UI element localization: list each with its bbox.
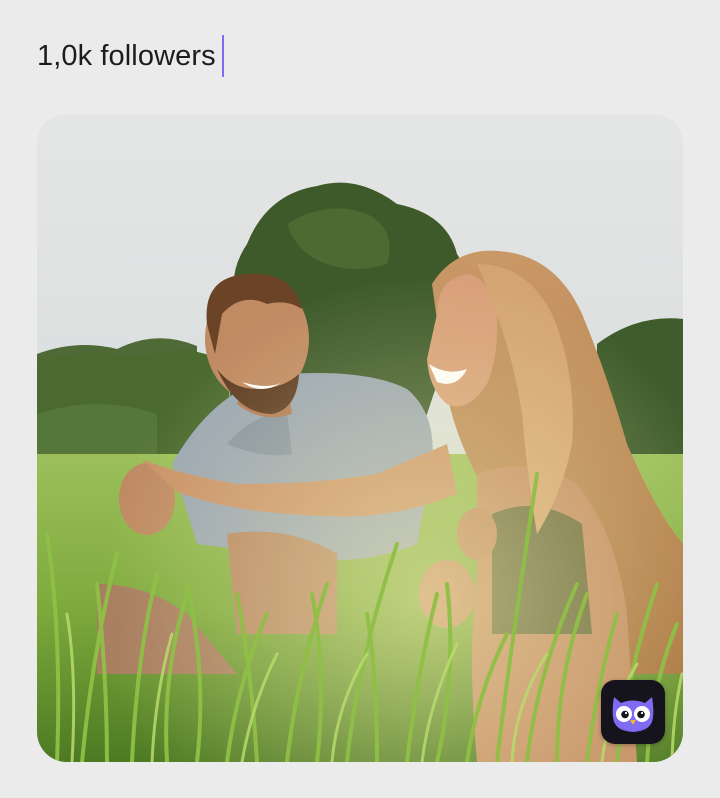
caption-text[interactable]: 1,0k followers (37, 40, 216, 73)
photo-image (37, 114, 683, 762)
owl-icon (612, 697, 654, 732)
caption-editor[interactable]: 1,0k followers (37, 34, 224, 78)
post-photo[interactable] (37, 114, 683, 762)
text-cursor (221, 35, 224, 77)
app-badge[interactable] (601, 680, 665, 744)
